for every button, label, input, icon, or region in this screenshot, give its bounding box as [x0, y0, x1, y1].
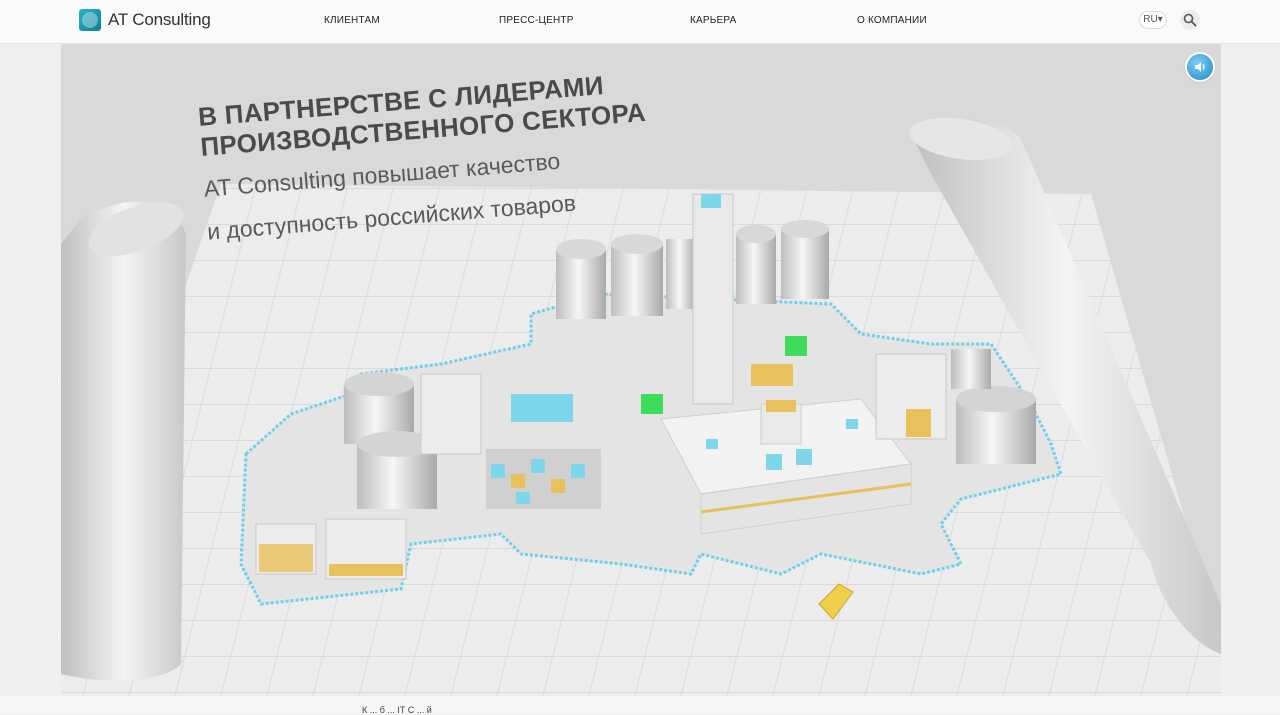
nav-press-center[interactable]: ПРЕСС-ЦЕНТР [499, 15, 574, 26]
search-icon [1183, 13, 1197, 27]
nav-about[interactable]: О КОМПАНИИ [857, 15, 927, 26]
nav-clients[interactable]: КЛИЕНТАМ [324, 15, 380, 26]
sound-toggle-button[interactable] [1187, 54, 1213, 80]
logo-icon [79, 9, 101, 31]
logo-text: AT Consulting [108, 10, 211, 29]
nav-career[interactable]: КАРЬЕРА [690, 15, 736, 26]
search-button[interactable] [1180, 10, 1200, 30]
sound-icon [1195, 62, 1205, 72]
footer-strip: К ... б ... IT С ... й [0, 696, 1280, 715]
logo[interactable]: AT Consulting [79, 9, 211, 31]
hero-banner: В ПАРТНЕРСТВЕ С ЛИДЕРАМИ ПРОИЗВОДСТВЕННО… [61, 44, 1221, 696]
top-header: AT Consulting КЛИЕНТАМ ПРЕСС-ЦЕНТР КАРЬЕ… [0, 0, 1280, 44]
language-selector[interactable]: RU▾ [1139, 11, 1167, 29]
